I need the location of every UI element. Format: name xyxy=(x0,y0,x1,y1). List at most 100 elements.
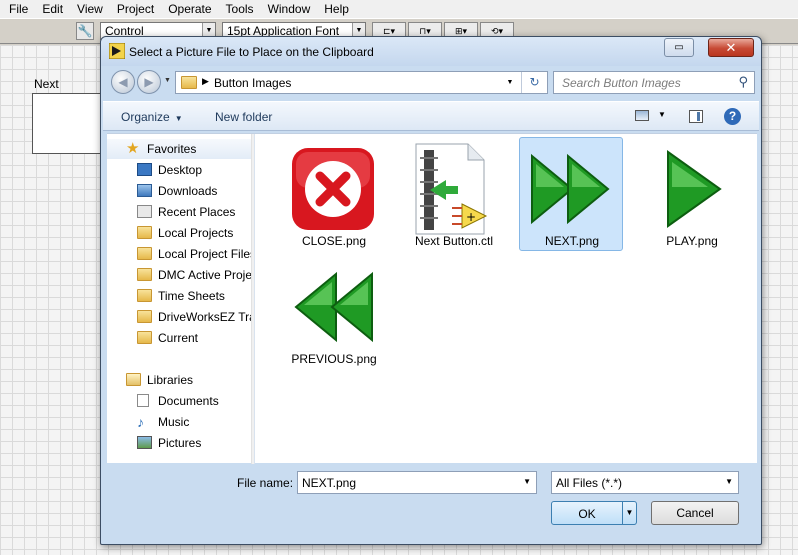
menu-view[interactable]: View xyxy=(70,0,110,18)
menu-project[interactable]: Project xyxy=(110,0,161,18)
chevron-down-icon: ▼ xyxy=(725,477,733,486)
file-name-label: File name: xyxy=(237,476,294,490)
file-item-next[interactable]: NEXT.png xyxy=(519,137,623,251)
nav-recent-places[interactable]: Recent Places xyxy=(107,202,251,222)
folder-icon xyxy=(137,226,152,239)
breadcrumb-separator-icon[interactable]: ▶ xyxy=(202,76,209,87)
wrench-icon[interactable]: 🔧 xyxy=(76,22,94,40)
folder-icon xyxy=(137,289,152,302)
libraries-icon xyxy=(126,373,141,386)
cancel-button[interactable]: Cancel xyxy=(651,501,739,525)
recent-locations-dropdown-icon[interactable]: ▼ xyxy=(164,77,171,84)
restore-button[interactable]: ▭ xyxy=(664,38,694,57)
view-options-dropdown-icon[interactable]: ▼ xyxy=(658,110,666,119)
svg-text:+: + xyxy=(466,210,476,224)
menu-window[interactable]: Window xyxy=(261,0,318,18)
labview-control-icon: + xyxy=(415,143,488,235)
nav-current[interactable]: Current xyxy=(107,328,251,348)
refresh-icon[interactable]: ↻ xyxy=(521,72,547,93)
nav-documents[interactable]: Documents xyxy=(107,391,251,411)
menu-bar: File Edit View Project Operate Tools Win… xyxy=(0,0,798,18)
file-list: CLOSE.png + Next Button.ctl NEXT.png PLA… xyxy=(271,134,757,464)
file-name-input[interactable]: NEXT.png ▼ xyxy=(297,471,537,494)
folder-icon xyxy=(137,247,152,260)
file-name: PREVIOUS.png xyxy=(291,352,377,366)
nav-driveworksez-training[interactable]: DriveWorksEZ Training xyxy=(107,307,251,327)
file-type-select[interactable]: All Files (*.*) ▼ xyxy=(551,471,739,494)
nav-pictures[interactable]: Pictures xyxy=(107,433,251,453)
next-control-box[interactable] xyxy=(32,93,110,154)
preview-pane-icon[interactable] xyxy=(689,110,703,123)
organize-label: Organize xyxy=(121,110,170,124)
nav-pane-scrollbar[interactable]: ▲ ▼ xyxy=(251,134,255,464)
scroll-down-arrow-icon[interactable]: ▼ xyxy=(252,447,254,464)
picture-file-dialog: Select a Picture File to Place on the Cl… xyxy=(100,36,762,545)
organize-button[interactable]: Organize ▼ xyxy=(121,110,183,124)
file-name: CLOSE.png xyxy=(301,234,367,248)
search-icon[interactable]: ⚲ xyxy=(738,74,748,90)
labview-app-icon xyxy=(109,43,125,59)
nav-downloads[interactable]: Downloads xyxy=(107,181,251,201)
change-view-icon[interactable] xyxy=(635,110,649,121)
scroll-up-arrow-icon[interactable]: ▲ xyxy=(252,134,254,151)
next-control-label: Next xyxy=(34,77,59,91)
rewind-green-icon xyxy=(294,271,373,343)
nav-desktop[interactable]: Desktop xyxy=(107,160,251,180)
ok-split-dropdown-icon[interactable]: ▼ xyxy=(622,502,636,524)
address-dropdown-icon[interactable]: ▼ xyxy=(503,72,517,93)
menu-edit[interactable]: Edit xyxy=(35,0,70,18)
downloads-icon xyxy=(137,184,152,197)
nav-dmc-active-projects[interactable]: DMC Active Projects xyxy=(107,265,251,285)
file-item-play[interactable]: PLAY.png xyxy=(639,137,743,251)
command-bar: Organize ▼ New folder ▼ ? xyxy=(103,101,759,131)
play-green-icon xyxy=(667,150,722,228)
documents-icon xyxy=(137,394,149,407)
folder-icon xyxy=(137,268,152,281)
file-type-value: All Files (*.*) xyxy=(556,476,623,490)
close-button[interactable]: ✕ xyxy=(708,38,754,57)
folder-icon xyxy=(181,76,197,89)
file-item-close[interactable]: CLOSE.png xyxy=(281,137,385,251)
dialog-title: Select a Picture File to Place on the Cl… xyxy=(129,45,374,59)
folder-icon xyxy=(137,310,152,323)
menu-tools[interactable]: Tools xyxy=(219,0,261,18)
close-red-icon xyxy=(292,148,374,230)
dialog-titlebar[interactable]: Select a Picture File to Place on the Cl… xyxy=(101,37,761,66)
back-arrow-icon[interactable]: ◀ xyxy=(111,70,135,94)
navigation-pane: ★ Favorites Desktop Downloads Recent Pla… xyxy=(107,134,255,464)
file-name-value: NEXT.png xyxy=(302,476,357,490)
nav-local-projects[interactable]: Local Projects xyxy=(107,223,251,243)
desktop-icon xyxy=(137,163,152,176)
ok-label: OK xyxy=(578,507,596,521)
nav-local-project-files[interactable]: Local Project Files xyxy=(107,244,251,264)
menu-file[interactable]: File xyxy=(2,0,35,18)
nav-music[interactable]: ♪ Music xyxy=(107,412,251,432)
ok-button[interactable]: OK ▼ xyxy=(551,501,637,525)
search-placeholder: Search Button Images xyxy=(562,76,681,90)
recent-places-icon xyxy=(137,205,152,218)
search-input[interactable]: Search Button Images ⚲ xyxy=(553,71,755,94)
file-item-previous[interactable]: PREVIOUS.png xyxy=(281,255,385,369)
menu-help[interactable]: Help xyxy=(317,0,356,18)
new-folder-button[interactable]: New folder xyxy=(215,110,272,124)
file-name: Next Button.ctl xyxy=(414,234,494,248)
dialog-content: ★ Favorites Desktop Downloads Recent Pla… xyxy=(107,133,757,464)
navigation-bar: ◀ ▶ ▼ ▶ Button Images ▼ ↻ Search Button … xyxy=(107,67,757,97)
address-bar[interactable]: ▶ Button Images ▼ ↻ xyxy=(175,71,548,94)
nav-favorites[interactable]: ★ Favorites xyxy=(107,139,251,159)
breadcrumb-button-images[interactable]: Button Images xyxy=(214,76,291,90)
fast-forward-green-icon xyxy=(531,153,610,225)
menu-operate[interactable]: Operate xyxy=(161,0,218,18)
chevron-down-icon: ▼ xyxy=(174,114,183,123)
forward-arrow-icon[interactable]: ▶ xyxy=(137,70,161,94)
pictures-icon xyxy=(137,436,152,449)
file-item-next-button-ctl[interactable]: + Next Button.ctl xyxy=(401,137,505,251)
nav-libraries[interactable]: Libraries xyxy=(107,370,251,390)
chevron-down-icon[interactable]: ▼ xyxy=(523,477,531,486)
nav-favorites-label: Favorites xyxy=(147,142,197,156)
star-icon: ★ xyxy=(126,140,140,157)
help-icon[interactable]: ? xyxy=(724,108,741,125)
file-name: PLAY.png xyxy=(666,234,718,248)
nav-time-sheets[interactable]: Time Sheets xyxy=(107,286,251,306)
scroll-thumb[interactable] xyxy=(254,152,255,298)
